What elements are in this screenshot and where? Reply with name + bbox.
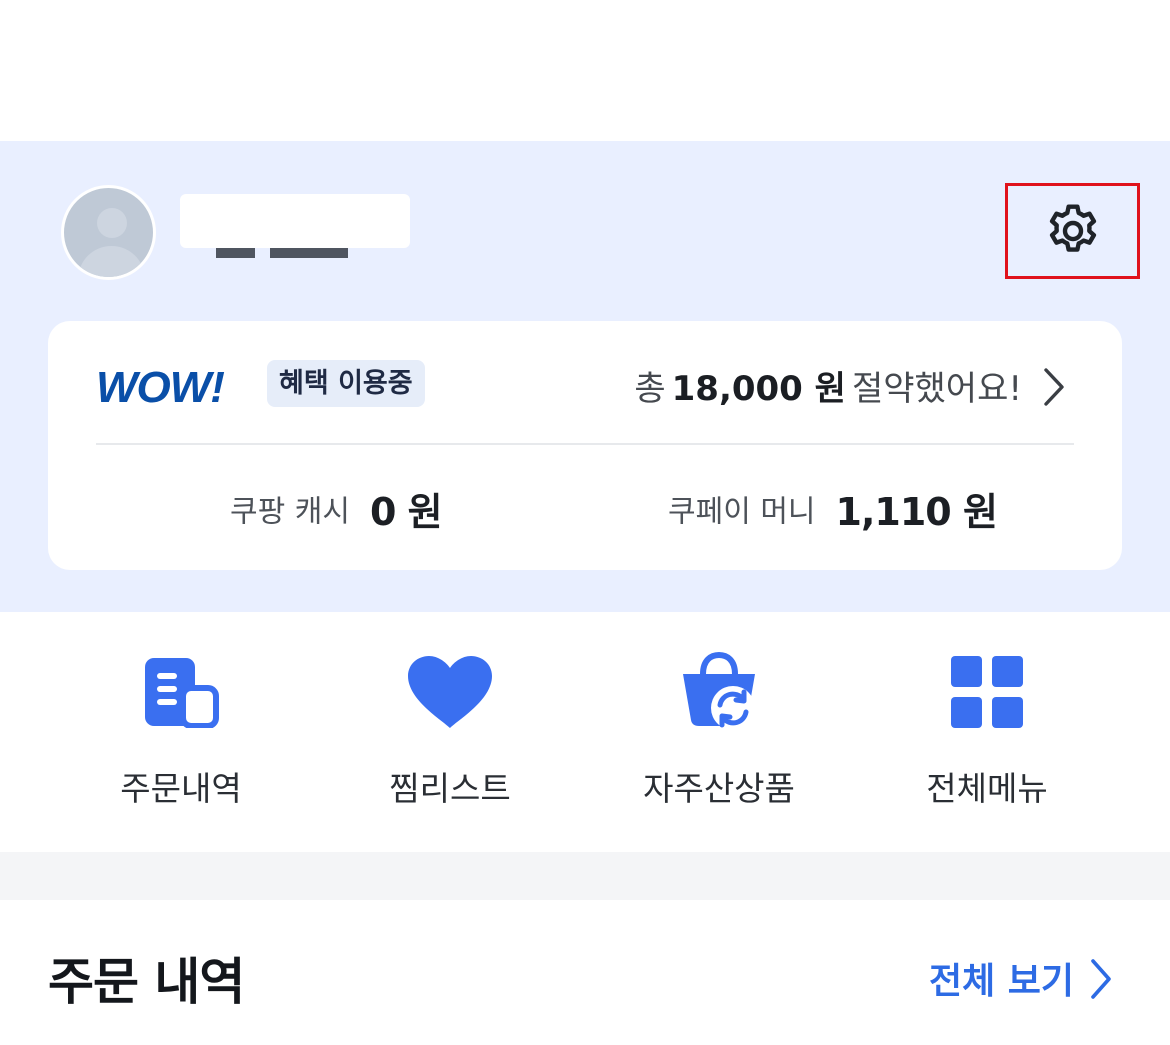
my-coupang-page: WOW! 혜택 이용중 총 18,000 원 절약했어요! 쿠팡 캐시 0 원 쿠페이… (0, 0, 1170, 1045)
quick-menu-wishlist[interactable]: 찜리스트 (315, 612, 585, 852)
coupang-cash-value: 0 원 (369, 490, 443, 534)
settings-button[interactable] (1005, 183, 1140, 279)
gear-icon (1049, 204, 1096, 252)
receipt-icon (133, 652, 229, 732)
orders-section-title: 주문 내역 (48, 953, 245, 1011)
view-all-link[interactable]: 전체 보기 (929, 952, 1074, 1004)
avatar-body-shape (78, 246, 145, 277)
quick-menu-all-label: 전체메뉴 (926, 769, 1048, 808)
wow-logo: WOW! (96, 363, 225, 412)
coupay-money-value: 1,110 원 (835, 490, 998, 534)
savings-summary[interactable]: 총 18,000 원 절약했어요! (634, 361, 1022, 410)
quick-menu-all[interactable]: 전체메뉴 (852, 612, 1122, 852)
quick-menu-orders-label: 주문내역 (120, 769, 242, 808)
membership-card: WOW! 혜택 이용중 총 18,000 원 절약했어요! 쿠팡 캐시 0 원 쿠페이… (48, 321, 1122, 570)
savings-suffix: 절약했어요! (851, 369, 1022, 409)
savings-prefix: 총 (634, 369, 666, 409)
grid-icon (939, 652, 1035, 732)
avatar[interactable] (61, 185, 156, 280)
quick-menu-wishlist-label: 찜리스트 (389, 769, 511, 808)
username-redacted (180, 194, 410, 248)
benefit-badge: 혜택 이용중 (267, 360, 425, 407)
coupay-money-label: 쿠페이 머니 (668, 494, 816, 530)
chevron-right-icon[interactable] (1042, 367, 1066, 407)
quick-menu-orders[interactable]: 주문내역 (46, 612, 316, 852)
repurchase-bag-icon (671, 652, 767, 732)
quick-menu: 주문내역 찜리스트 자주산상품 전체메뉴 (0, 612, 1170, 852)
status-area (0, 0, 1170, 141)
coupay-money[interactable]: 쿠페이 머니 1,110 원 (668, 481, 998, 536)
section-divider (0, 852, 1170, 900)
coupang-cash[interactable]: 쿠팡 캐시 0 원 (230, 481, 443, 536)
savings-amount: 18,000 원 (671, 369, 846, 409)
quick-menu-repurchase[interactable]: 자주산상품 (584, 612, 854, 852)
coupang-cash-label: 쿠팡 캐시 (230, 494, 350, 530)
quick-menu-repurchase-label: 자주산상품 (643, 769, 795, 808)
card-divider (96, 443, 1074, 445)
chevron-right-icon[interactable] (1088, 958, 1114, 1000)
heart-icon (402, 652, 498, 732)
avatar-head-shape (97, 208, 127, 238)
